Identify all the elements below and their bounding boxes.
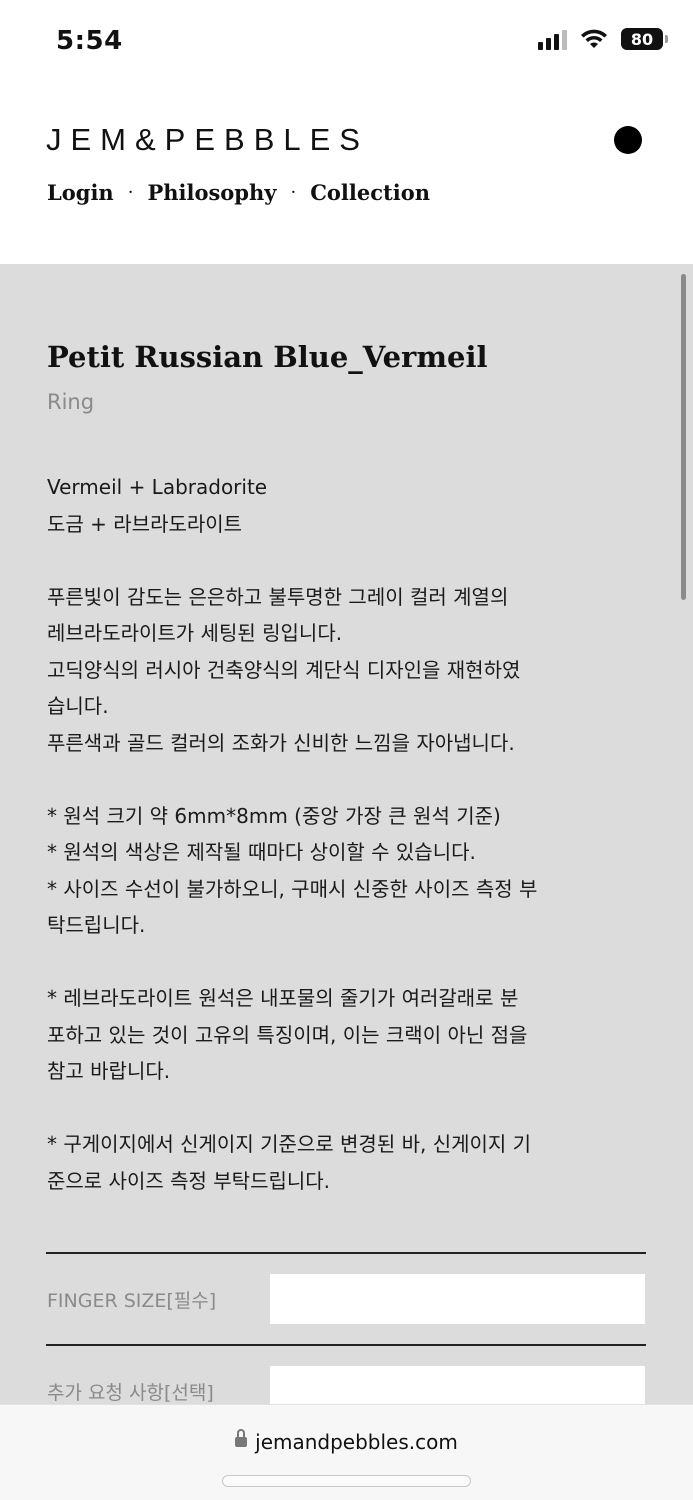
finger-size-row: FINGER SIZE[필수] — [46, 1252, 646, 1344]
home-indicator[interactable] — [222, 1475, 471, 1487]
menu-dot-icon[interactable] — [614, 126, 642, 154]
finger-size-input[interactable] — [270, 1274, 645, 1324]
description-line: * 원석 크기 약 6mm*8mm (중앙 가장 큰 원석 기준) — [47, 803, 501, 828]
site-logo[interactable]: JEM&PEBBLES — [46, 122, 369, 158]
cellular-signal-icon — [538, 28, 567, 50]
nav-login-link[interactable]: Login — [47, 180, 114, 205]
nav-philosophy-link[interactable]: Philosophy — [147, 180, 276, 205]
battery-icon: 80 — [621, 28, 668, 50]
description-line: 푸른빛이 감도는 은은하고 불투명한 그레이 컬러 계열의 — [47, 584, 509, 609]
top-nav: Login · Philosophy · Collection — [47, 180, 430, 205]
description-line: 참고 바랍니다. — [47, 1059, 171, 1083]
status-time: 5:54 — [56, 26, 123, 56]
description-line: 포하고 있는 것이 고유의 특징이며, 이는 크랙이 아닌 점을 — [47, 1022, 528, 1047]
description-line: * 사이즈 수선이 불가하오니, 구매시 신중한 사이즈 측정 부 — [47, 876, 538, 901]
description-line: * 레브라도라이트 원석은 내포물의 줄기가 여러갈래로 분 — [47, 986, 519, 1010]
url-display[interactable]: jemandpebbles.com — [0, 1429, 693, 1454]
url-text: jemandpebbles.com — [255, 1430, 458, 1454]
browser-address-bar: jemandpebbles.com — [0, 1404, 693, 1500]
description-line: 준으로 사이즈 측정 부탁드립니다. — [47, 1168, 331, 1193]
description-line: 탁드립니다. — [47, 913, 146, 937]
description-line: * 원석의 색상은 제작될 때마다 상이할 수 있습니다. — [47, 840, 476, 864]
description-paragraph: * 레브라도라이트 원석은 내포물의 줄기가 여러갈래로 분 포하고 있는 것이… — [47, 980, 657, 1090]
status-icons: 80 — [538, 28, 668, 50]
wifi-icon — [581, 29, 607, 48]
nav-separator: · — [127, 182, 134, 203]
product-detail: Petit Russian Blue_Vermeil Ring Vermeil … — [0, 264, 693, 1416]
description-paragraph: * 원석 크기 약 6mm*8mm (중앙 가장 큰 원석 기준) * 원석의 … — [47, 798, 657, 944]
scrollbar[interactable] — [681, 274, 686, 600]
product-category: Ring — [47, 390, 95, 414]
request-label: 추가 요청 사항[선택] — [47, 1382, 214, 1404]
description-line: 고딕양식의 러시아 건축양식의 계단식 디자인을 재현하였 — [47, 657, 521, 682]
status-bar: 5:54 80 — [0, 0, 693, 88]
description-line: * 구게이지에서 신게이지 기준으로 변경된 바, 신게이지 기 — [47, 1132, 532, 1156]
finger-size-label: FINGER SIZE[필수] — [47, 1290, 217, 1312]
description-line: Vermeil + Labradorite — [47, 475, 268, 499]
description-paragraph: * 구게이지에서 신게이지 기준으로 변경된 바, 신게이지 기 준으로 사이즈… — [47, 1126, 657, 1199]
description-line: 레브라도라이트가 세팅된 링입니다. — [47, 621, 343, 645]
description-line: 도금 + 라브라도라이트 — [47, 511, 243, 536]
description-paragraph: Vermeil + Labradorite 도금 + 라브라도라이트 — [47, 469, 657, 542]
product-description: Vermeil + Labradorite 도금 + 라브라도라이트 푸른빛이 … — [47, 469, 657, 1199]
nav-separator: · — [290, 182, 297, 203]
description-line: 푸른색과 골드 컬러의 조화가 신비한 느낌을 자아냅니다. — [47, 730, 515, 755]
lock-icon — [235, 1429, 248, 1449]
description-line: 습니다. — [47, 694, 109, 718]
nav-collection-link[interactable]: Collection — [310, 180, 430, 205]
site-header: JEM&PEBBLES Login · Philosophy · Collect… — [0, 88, 693, 264]
product-title: Petit Russian Blue_Vermeil — [47, 340, 488, 374]
description-paragraph: 푸른빛이 감도는 은은하고 불투명한 그레이 컬러 계열의 레브라도라이트가 세… — [47, 579, 657, 762]
